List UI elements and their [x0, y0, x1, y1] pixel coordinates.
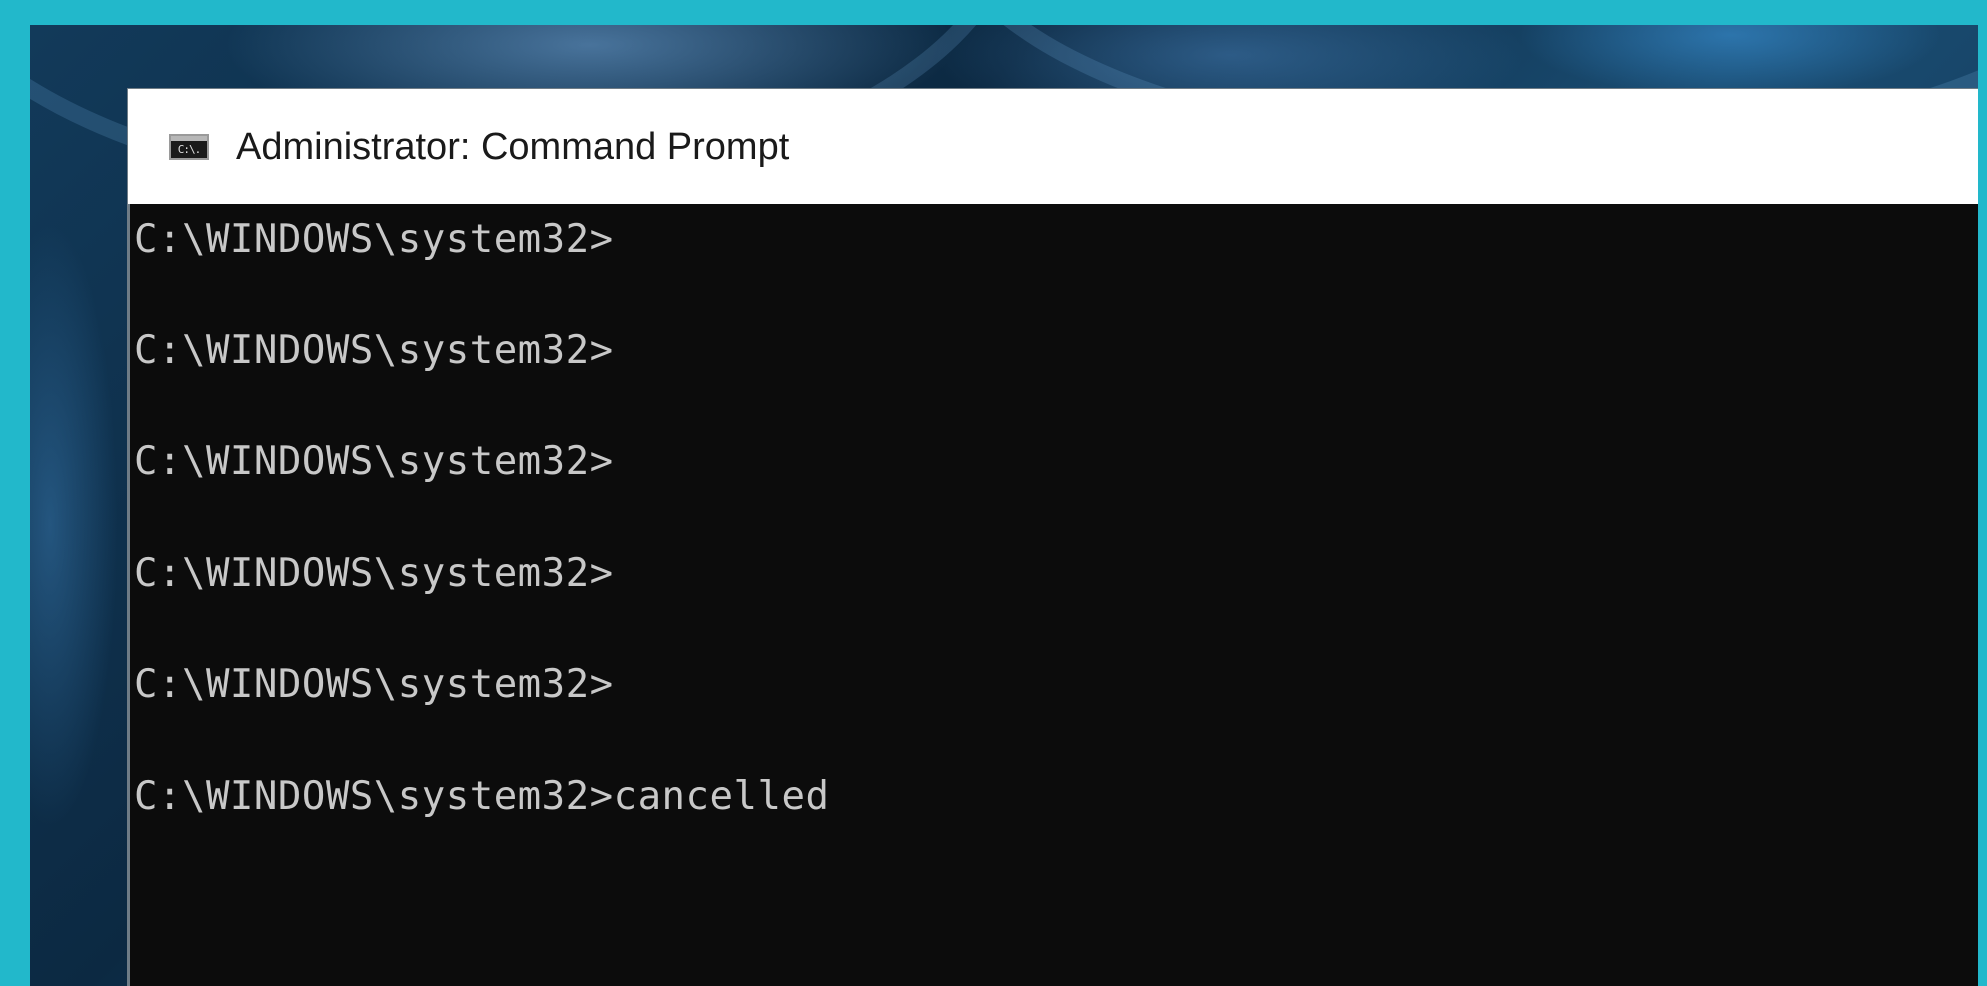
- window-title: Administrator: Command Prompt: [236, 126, 790, 168]
- console-line: C:\WINDOWS\system32>: [134, 439, 614, 484]
- console-line-current: C:\WINDOWS\system32>cancelled: [134, 774, 830, 819]
- desktop-wallpaper: C:\. Administrator: Command Prompt C:\WI…: [30, 25, 1978, 986]
- console-line: C:\WINDOWS\system32>: [134, 551, 614, 596]
- cmd-icon-glyph: C:\.: [177, 142, 201, 156]
- console-line: C:\WINDOWS\system32>: [134, 328, 614, 373]
- console-output-area[interactable]: C:\WINDOWS\system32> C:\WINDOWS\system32…: [128, 204, 1978, 986]
- cmd-icon-top-bar: [171, 136, 207, 141]
- console-line: C:\WINDOWS\system32>: [134, 217, 614, 262]
- cmd-icon: C:\.: [169, 134, 209, 160]
- console-line: C:\WINDOWS\system32>: [134, 662, 614, 707]
- command-prompt-window[interactable]: C:\. Administrator: Command Prompt C:\WI…: [128, 89, 1978, 986]
- title-bar[interactable]: C:\. Administrator: Command Prompt: [128, 89, 1978, 204]
